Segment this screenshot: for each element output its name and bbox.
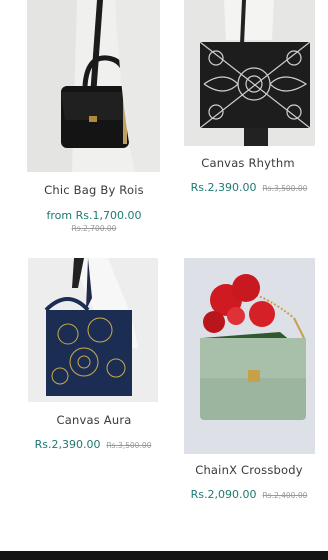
product-image-canvas-aura[interactable] — [28, 258, 158, 402]
product-price: Rs.2,390.00 Rs.3,500.00 — [164, 176, 328, 195]
product-card-canvas-aura[interactable]: Canvas Aura Rs.2,390.00 Rs.3,500.00 — [0, 258, 164, 458]
price-original: Rs.3,500.00 — [106, 441, 152, 450]
footer-bar — [0, 551, 328, 560]
price-original: Rs.2,400.00 — [262, 491, 308, 500]
price-current: Rs.2,390.00 — [190, 181, 257, 194]
product-price: Rs.2,390.00 Rs.3,500.00 — [8, 433, 178, 452]
product-price: from Rs.1,700.00 — [9, 204, 179, 223]
product-card-chainx-crossbody[interactable]: ChainX Crossbody Rs.2,090.00 Rs.2,400.00 — [164, 258, 328, 508]
product-name[interactable]: ChainX Crossbody — [169, 463, 328, 477]
product-card-chic-bag[interactable]: Chic Bag By Rois from Rs.1,700.00 Rs.2,7… — [0, 0, 164, 240]
product-name[interactable]: Canvas Rhythm — [168, 156, 328, 170]
price-current: from Rs.1,700.00 — [46, 209, 142, 222]
price-current: Rs.2,390.00 — [34, 438, 101, 451]
product-image-chainx-crossbody[interactable] — [184, 258, 315, 454]
product-image-canvas-rhythm[interactable] — [184, 0, 315, 146]
product-image-chic-bag[interactable] — [27, 0, 160, 172]
product-name[interactable]: Canvas Aura — [14, 413, 174, 427]
black-handbag-icon — [27, 0, 160, 172]
price-current: Rs.2,090.00 — [190, 488, 257, 501]
bandana-tote-icon — [184, 0, 315, 146]
price-original: Rs.2,700.00 — [71, 224, 117, 233]
product-name[interactable]: Chic Bag By Rois — [14, 183, 174, 197]
blue-canvas-tote-icon — [28, 258, 158, 402]
product-card-canvas-rhythm[interactable]: Canvas Rhythm Rs.2,390.00 Rs.3,500.00 — [164, 0, 328, 200]
price-original: Rs.3,500.00 — [262, 184, 308, 193]
green-crossbody-with-roses-icon — [184, 258, 315, 454]
product-price: Rs.2,090.00 Rs.2,400.00 — [164, 483, 328, 502]
